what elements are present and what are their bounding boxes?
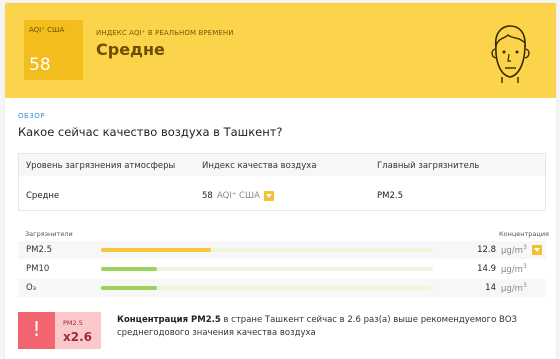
unit-dropdown-icon[interactable] [532, 245, 542, 255]
aqi-badge-value: 58 [29, 55, 51, 75]
unit-main: µg/m [501, 264, 523, 275]
pollutant-row: PM10 14.9 µg/m3 [18, 260, 546, 278]
summary-aqi-unit: AQI⁺ США [217, 191, 260, 201]
alert-icon-box: ! [18, 312, 55, 349]
pollutant-row: O₃ 14 µg/m3 [18, 279, 546, 297]
pollutant-unit: µg/m3 [501, 282, 527, 294]
aqi-unit-dropdown-icon[interactable] [264, 191, 274, 201]
aqi-badge: AQI⁺ США 58 [24, 20, 83, 80]
unit-main: µg/m [501, 245, 523, 256]
summary-table: Уровень загрязнения атмосферы Индекс кач… [18, 153, 546, 211]
aqi-status: Средне [96, 40, 165, 59]
pollutant-bar-track [101, 248, 433, 252]
unit-main: µg/m [501, 283, 523, 294]
pollutant-bar-fill [101, 286, 158, 290]
concentration-header: Концентрация [499, 230, 549, 238]
pollutant-row: PM2.5 12.8 µg/m3 [18, 241, 546, 259]
pollutant-value: 14.9 [477, 264, 496, 274]
summary-aqi-value: 58 [202, 191, 213, 201]
pollutant-value: 14 [485, 283, 496, 293]
pollutant-bar-fill [101, 267, 158, 271]
pollutant-bar-track [101, 286, 433, 290]
header-main-pollutant: Главный загрязнитель [377, 161, 480, 171]
summary-main-pollutant: PM2.5 [377, 191, 403, 201]
pollutant-unit: µg/m3 [501, 263, 527, 275]
pollutant-unit: µg/m3 [501, 244, 527, 256]
overview-tag: ОБЗОР [18, 112, 46, 120]
pollutant-name: PM10 [26, 264, 50, 274]
header-pollution-level: Уровень загрязнения атмосферы [26, 161, 176, 171]
alert-message: Концентрация PM2.5 в стране Ташкент сейч… [117, 314, 517, 340]
banner-subtitle: ИНДЕКС AQI⁺ В РЕАЛЬНОМ ВРЕМЕНИ [96, 29, 234, 37]
pollutants-header: Загрязнители [25, 230, 73, 238]
overview-title: Какое сейчас качество воздуха в Ташкент? [18, 125, 283, 139]
alert-pollutant: PM2.5 [63, 319, 83, 327]
unit-exp: 3 [522, 244, 527, 251]
pollutant-bar-track [101, 267, 433, 271]
exclamation-icon: ! [32, 317, 41, 341]
header-aqi: Индекс качества воздуха [202, 161, 317, 171]
unit-exp: 3 [522, 282, 527, 289]
alert-multiplier-box: PM2.5 x2.6 [55, 312, 101, 349]
aqi-banner: AQI⁺ США 58 ИНДЕКС AQI⁺ В РЕАЛЬНОМ ВРЕМЕ… [5, 3, 556, 98]
pollutant-name: O₃ [26, 283, 37, 293]
unit-exp: 3 [522, 263, 527, 270]
alert-message-bold: Концентрация PM2.5 [117, 315, 221, 325]
summary-level-value: Средне [26, 191, 60, 201]
air-quality-card: AQI⁺ США 58 ИНДЕКС AQI⁺ В РЕАЛЬНОМ ВРЕМЕ… [5, 3, 556, 359]
alert-multiplier: x2.6 [63, 330, 92, 344]
neutral-face-icon [491, 25, 530, 83]
pollutant-bar-fill [101, 248, 211, 252]
summary-table-header: Уровень загрязнения атмосферы Индекс кач… [19, 154, 545, 176]
pollutant-name: PM2.5 [26, 245, 52, 255]
aqi-badge-label: AQI⁺ США [29, 26, 65, 34]
pollutant-value: 12.8 [477, 245, 496, 255]
